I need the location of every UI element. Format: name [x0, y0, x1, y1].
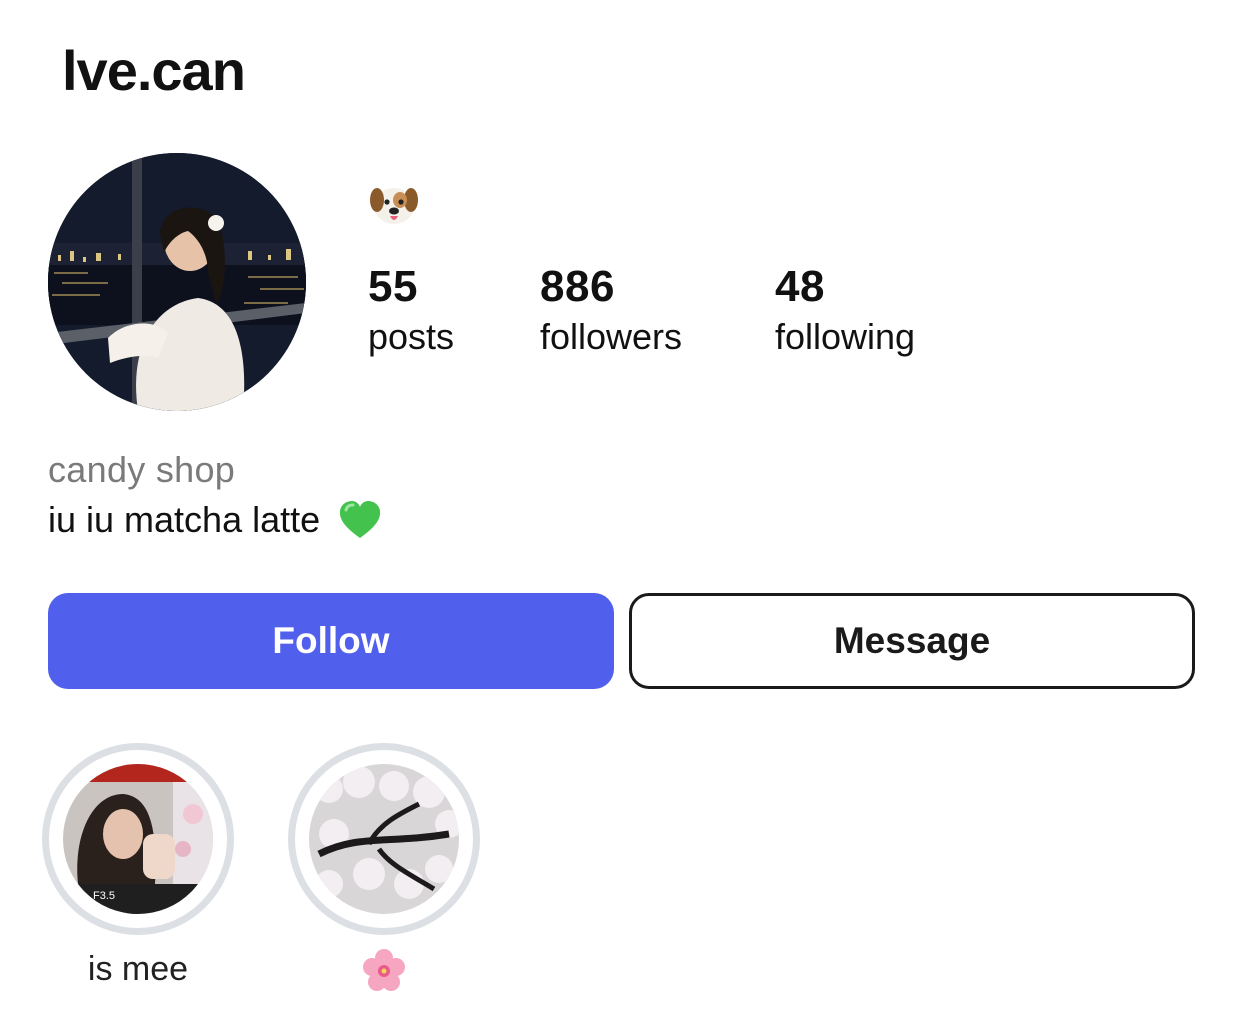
posts-label: posts — [368, 316, 455, 357]
bio-text: iu iu matcha latte — [48, 499, 321, 540]
message-button[interactable]: Message — [629, 593, 1195, 689]
bio-name: candy shop — [48, 449, 236, 490]
stat-followers[interactable]: 886 followers — [540, 262, 682, 360]
dog-face-icon — [368, 178, 420, 230]
profile-avatar[interactable] — [48, 153, 306, 411]
story-highlight[interactable] — [288, 743, 480, 992]
follow-button[interactable]: Follow — [48, 593, 614, 689]
highlight-ring — [288, 743, 480, 935]
cherry-blossom-icon — [363, 949, 405, 992]
following-count: 48 — [775, 262, 825, 311]
highlight-label — [288, 947, 480, 992]
followers-count: 886 — [540, 262, 615, 311]
avatar-image — [48, 153, 306, 411]
followers-label: followers — [540, 316, 683, 357]
green-heart-icon — [336, 496, 384, 544]
highlight-thumbnail: F3.5 — [63, 764, 213, 914]
svg-text:F3.5: F3.5 — [93, 890, 115, 902]
highlight-label: is mee — [87, 950, 189, 988]
posts-count: 55 — [368, 262, 418, 311]
profile-username: lve.can — [62, 39, 246, 102]
story-highlight[interactable]: F3.5 is mee — [42, 743, 234, 991]
highlight-thumbnail — [309, 764, 459, 914]
stat-following[interactable]: 48 following — [775, 262, 915, 360]
highlight-ring: F3.5 — [42, 743, 234, 935]
stat-posts[interactable]: 55 posts — [368, 262, 454, 360]
bio-text-line: iu iu matcha latte — [48, 496, 384, 544]
following-label: following — [775, 316, 916, 357]
